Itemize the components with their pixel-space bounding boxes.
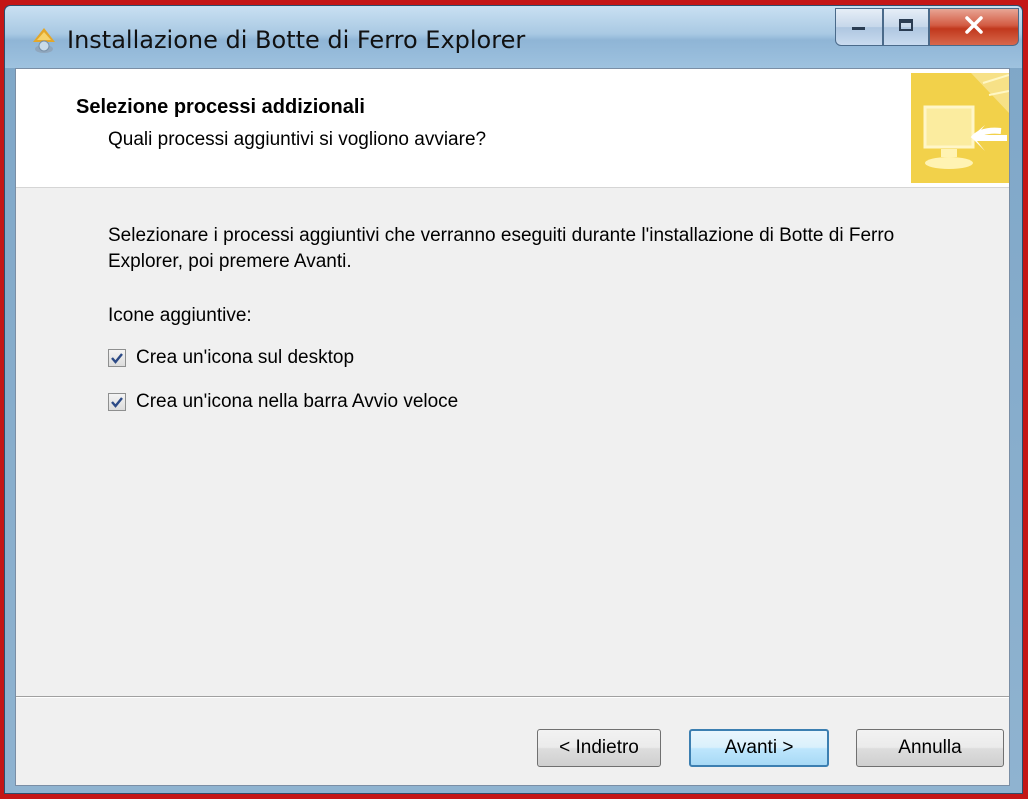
maximize-icon xyxy=(898,18,914,37)
minimize-icon xyxy=(850,18,868,36)
desktop-icon-checkbox[interactable] xyxy=(108,349,126,367)
window-title: Installazione di Botte di Ferro Explorer xyxy=(67,26,526,54)
wizard-client-area: Selezione processi addizionali Quali pro… xyxy=(15,68,1010,786)
task-quicklaunch-icon[interactable]: Crea un'icona nella barra Avvio veloce xyxy=(108,391,458,413)
close-button[interactable] xyxy=(929,8,1019,46)
page-title: Selezione processi addizionali xyxy=(76,96,365,118)
instructions-text: Selezionare i processi aggiuntivi che ve… xyxy=(108,225,895,272)
cancel-button[interactable]: Annulla xyxy=(856,729,1004,767)
installer-icon xyxy=(27,22,61,56)
footer-separator xyxy=(16,696,1009,698)
title-bar[interactable]: Installazione di Botte di Ferro Explorer xyxy=(5,6,1022,68)
desktop-icon-label[interactable]: Crea un'icona sul desktop xyxy=(136,347,354,369)
close-icon xyxy=(964,15,984,39)
back-button[interactable]: < Indietro xyxy=(537,729,661,767)
wizard-header: Selezione processi addizionali Quali pro… xyxy=(16,69,1010,188)
minimize-button[interactable] xyxy=(835,8,883,46)
maximize-button[interactable] xyxy=(883,8,929,46)
setup-wizard-image xyxy=(911,73,1010,183)
installer-window: Installazione di Botte di Ferro Explorer… xyxy=(4,5,1023,794)
quicklaunch-icon-label[interactable]: Crea un'icona nella barra Avvio veloce xyxy=(136,391,458,413)
additional-icons-label: Icone aggiuntive: xyxy=(108,305,252,326)
task-desktop-icon[interactable]: Crea un'icona sul desktop xyxy=(108,347,354,369)
page-subtitle: Quali processi aggiuntivi si vogliono av… xyxy=(108,129,487,150)
next-button[interactable]: Avanti > xyxy=(689,729,829,767)
quicklaunch-icon-checkbox[interactable] xyxy=(108,393,126,411)
